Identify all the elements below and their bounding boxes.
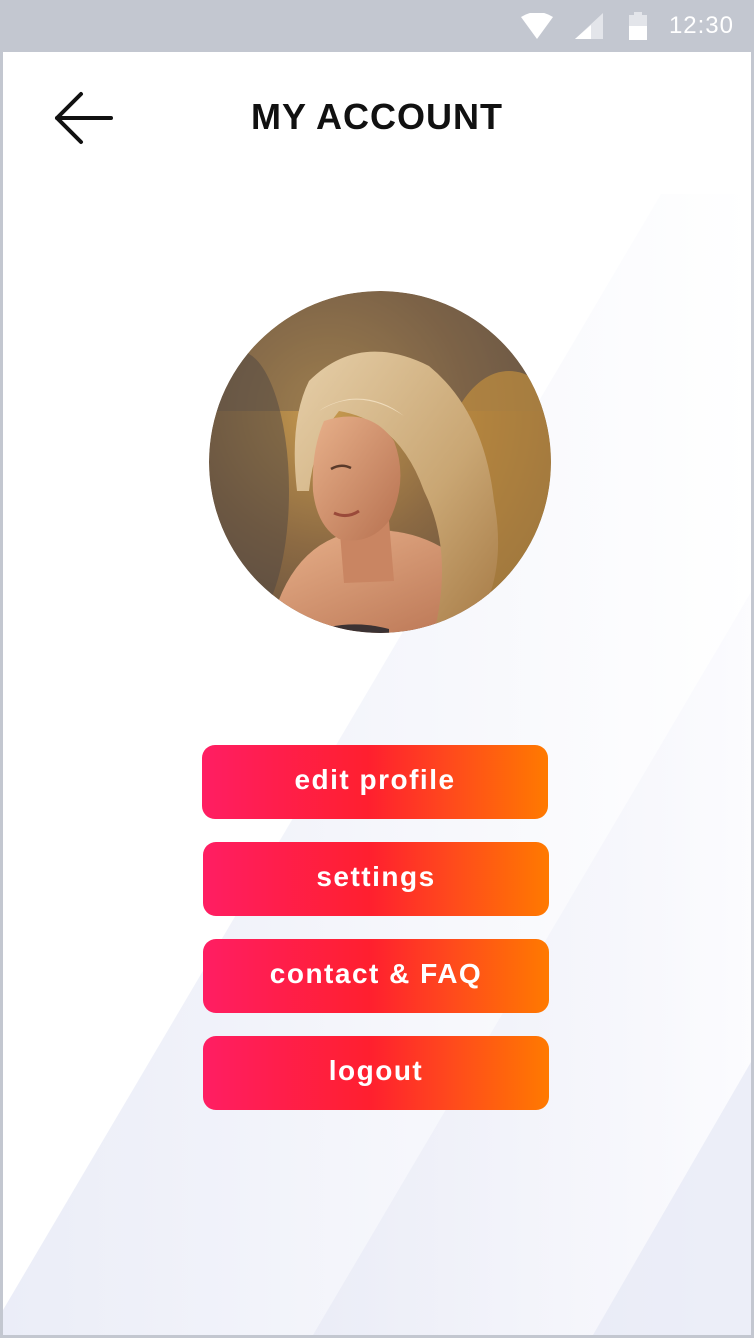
battery-icon [628,12,647,40]
settings-button[interactable]: settings [203,842,549,916]
status-bar: 12:30 [0,0,754,52]
wifi-icon [520,13,553,39]
contact-faq-button[interactable]: contact & FAQ [203,939,549,1013]
background-shapes [3,194,751,1335]
edit-profile-button[interactable]: edit profile [202,745,548,819]
cell-signal-icon [574,13,603,39]
page-title: MY ACCOUNT [251,96,503,137]
logout-button[interactable]: logout [203,1036,549,1110]
avatar[interactable] [209,291,551,633]
status-time: 12:30 [668,12,734,39]
account-screen: MY ACCOUNT edit profile settings contact… [3,52,751,1335]
status-icons: 12:30 [520,0,754,52]
phone-frame: 12:30 MY ACCOUNT edit profile settings c… [0,0,754,1338]
